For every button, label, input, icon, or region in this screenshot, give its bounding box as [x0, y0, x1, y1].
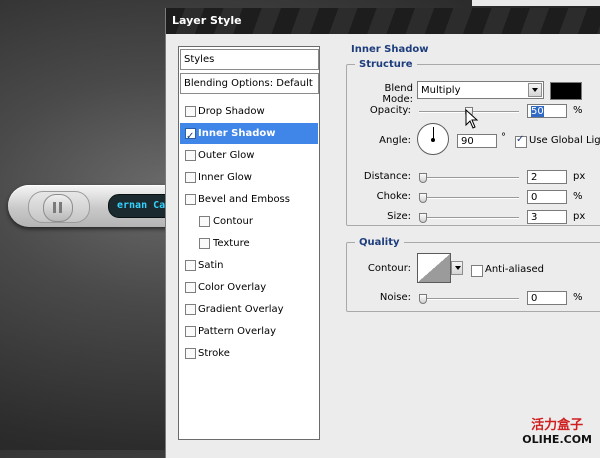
angle-dial-icon[interactable] [417, 123, 449, 155]
sidebar-item-bevel-and-emboss[interactable]: Bevel and Emboss [180, 189, 318, 210]
opacity-label: Opacity: [369, 105, 411, 116]
distance-label: Distance: [363, 171, 411, 182]
distance-slider-thumb[interactable] [419, 173, 427, 183]
size-unit: px [573, 211, 586, 222]
sidebar-item-checkbox[interactable] [185, 150, 196, 161]
sidebar-item-label: Inner Glow [198, 172, 252, 183]
size-input[interactable]: 3 [527, 210, 567, 224]
distance-unit: px [573, 171, 586, 182]
sidebar-header-styles[interactable]: Styles [180, 49, 319, 70]
choke-slider-thumb[interactable] [419, 193, 427, 203]
size-slider-thumb[interactable] [419, 213, 427, 223]
panel-title: Inner Shadow [351, 44, 429, 55]
pause-ring [28, 191, 90, 223]
watermark-cn: 活力盒子 [531, 418, 584, 433]
sidebar-item-satin[interactable]: Satin [180, 255, 318, 276]
sidebar-item-checkbox[interactable] [199, 216, 210, 227]
noise-slider-thumb[interactable] [419, 294, 427, 304]
sidebar-item-label: Pattern Overlay [198, 326, 277, 337]
choke-input[interactable]: 0 [527, 190, 567, 204]
structure-legend: Structure [355, 59, 417, 70]
sidebar-item-texture[interactable]: Texture [180, 233, 318, 254]
sidebar-item-checkbox[interactable] [199, 238, 210, 249]
distance-slider-track[interactable] [419, 177, 519, 179]
sidebar-item-checkbox[interactable] [185, 260, 196, 271]
sidebar-item-checkbox[interactable] [185, 304, 196, 315]
shadow-color-swatch[interactable] [550, 82, 582, 100]
structure-group: Structure Blend Mode: Multiply Opacity: … [346, 59, 600, 226]
sidebar-item-label: Bevel and Emboss [198, 194, 290, 205]
sidebar-item-gradient-overlay[interactable]: Gradient Overlay [180, 299, 318, 320]
quality-group: Quality Contour: Anti-aliased Noise: 0 % [346, 237, 600, 312]
dropdown-arrow-icon[interactable] [451, 261, 463, 275]
styles-sidebar: Styles Blending Options: Default Drop Sh… [178, 46, 320, 440]
mouse-cursor-icon [465, 109, 479, 129]
noise-input[interactable]: 0 [527, 291, 567, 305]
anti-aliased-checkbox[interactable] [471, 265, 483, 277]
noise-label: Noise: [379, 292, 411, 303]
sidebar-item-label: Contour [213, 216, 253, 227]
sidebar-item-label: Inner Shadow [198, 128, 276, 139]
contour-dropdown[interactable] [451, 261, 463, 277]
sidebar-item-inner-shadow[interactable]: Inner Shadow [180, 123, 318, 147]
sidebar-item-drop-shadow[interactable]: Drop Shadow [180, 101, 318, 122]
contour-label: Contour: [367, 263, 411, 274]
noise-slider-track[interactable] [419, 298, 519, 300]
noise-unit: % [573, 292, 583, 303]
anti-aliased-label: Anti-aliased [485, 264, 545, 275]
sidebar-item-label: Satin [198, 260, 224, 271]
background-light-strip [472, 0, 600, 6]
sidebar-item-checkbox[interactable] [185, 326, 196, 337]
sidebar-item-checkbox[interactable] [185, 348, 196, 359]
sidebar-item-label: Outer Glow [198, 150, 255, 161]
angle-label: Angle: [379, 135, 411, 146]
watermark: 活力盒子 OLIHE.COM [522, 414, 592, 446]
opacity-value: 50 [531, 106, 544, 117]
sidebar-item-label: Stroke [198, 348, 230, 359]
sidebar-item-checkbox[interactable] [185, 106, 196, 117]
distance-input[interactable]: 2 [527, 170, 567, 184]
contour-preview-icon[interactable] [417, 253, 451, 283]
use-global-light-label: Use Global Light [529, 135, 600, 146]
watermark-en: OLIHE.COM [522, 433, 592, 446]
sidebar-item-label: Gradient Overlay [198, 304, 284, 315]
blend-mode-value: Multiply [421, 85, 461, 96]
opacity-input[interactable]: 50 [527, 104, 567, 118]
opacity-unit: % [573, 105, 583, 116]
sidebar-item-checkbox[interactable] [185, 282, 196, 293]
sidebar-item-label: Texture [213, 238, 250, 249]
sidebar-item-checkbox[interactable] [185, 172, 196, 183]
angle-dial-center [431, 138, 435, 142]
sidebar-item-stroke[interactable]: Stroke [180, 343, 318, 364]
dropdown-arrow-icon[interactable] [528, 83, 542, 97]
sidebar-item-pattern-overlay[interactable]: Pattern Overlay [180, 321, 318, 342]
quality-legend: Quality [355, 237, 404, 248]
sidebar-item-contour[interactable]: Contour [180, 211, 318, 232]
blend-mode-select[interactable]: Multiply [417, 81, 544, 99]
choke-label: Choke: [376, 191, 411, 202]
blend-mode-label: Blend Mode: [382, 83, 413, 105]
sidebar-item-label: Color Overlay [198, 282, 267, 293]
sidebar-item-checkbox[interactable] [185, 126, 196, 147]
sidebar-blending-options[interactable]: Blending Options: Default [180, 73, 319, 94]
dialog-title: Layer Style [166, 8, 600, 34]
size-slider-track[interactable] [419, 217, 519, 219]
sidebar-item-inner-glow[interactable]: Inner Glow [180, 167, 318, 188]
choke-unit: % [573, 191, 583, 202]
sidebar-item-outer-glow[interactable]: Outer Glow [180, 145, 318, 166]
sidebar-item-checkbox[interactable] [185, 194, 196, 205]
angle-input[interactable]: 90 [457, 134, 497, 148]
angle-unit: ° [501, 132, 506, 143]
sidebar-item-label: Drop Shadow [198, 106, 265, 117]
choke-slider-track[interactable] [419, 197, 519, 199]
sidebar-item-color-overlay[interactable]: Color Overlay [180, 277, 318, 298]
layer-style-dialog: Layer Style Styles Blending Options: Def… [165, 8, 600, 458]
size-label: Size: [387, 211, 411, 222]
pause-icon [43, 194, 73, 222]
use-global-light-checkbox[interactable] [515, 134, 527, 148]
